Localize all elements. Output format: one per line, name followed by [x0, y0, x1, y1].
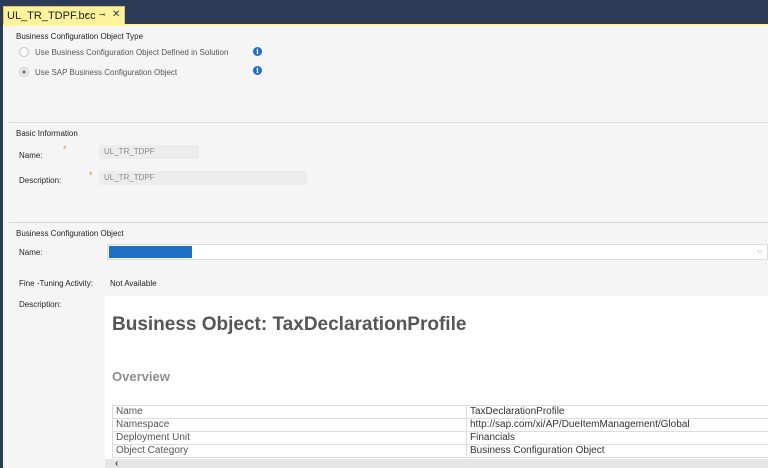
info-icon[interactable]: i [253, 47, 262, 56]
section-divider [9, 222, 768, 223]
radio-button[interactable] [19, 47, 29, 57]
table-value: TaxDeclarationProfile [466, 405, 768, 419]
horizontal-scrollbar[interactable]: ‹ [105, 458, 768, 468]
document-tab[interactable]: UL_TR_TDPF.bcc ▪ ⊸ ✕ [3, 6, 125, 24]
bco-type-title: Business Configuration Object Type [16, 32, 144, 41]
document-tab-strip: UL_TR_TDPF.bcc ▪ ⊸ ✕ [0, 0, 768, 24]
chevron-down-icon[interactable]: ⌵ [757, 246, 763, 256]
bco-title: Business Configuration Object [16, 229, 124, 238]
fine-tuning-value: Not Available [110, 279, 157, 288]
close-icon[interactable]: ✕ [112, 10, 120, 20]
description-label: Description: [19, 176, 62, 185]
page-icon: ▪ [85, 10, 88, 19]
name-label: Name: [19, 151, 43, 160]
required-marker: * [89, 170, 93, 180]
tab-title: UL_TR_TDPF.bcc [7, 9, 96, 22]
overview-table: Name TaxDeclarationProfile Namespace htt… [112, 405, 768, 458]
table-value: Financials [466, 431, 768, 445]
scroll-left-icon[interactable]: ‹ [115, 458, 118, 468]
table-row: Object Category Business Configuration O… [112, 444, 768, 458]
pin-icon[interactable]: ⊸ [99, 10, 106, 20]
radio-label: Use SAP Business Configuration Object [35, 67, 178, 77]
bco-name-selected-text [109, 246, 192, 258]
table-key: Object Category [112, 444, 467, 458]
bcc-editor: Business Configuration Object Type Use B… [3, 24, 768, 468]
table-value: Business Configuration Object [466, 444, 768, 458]
radio-button-selected[interactable] [19, 67, 29, 77]
fine-tuning-label: Fine -Tuning Activity: [19, 279, 93, 288]
bco-description-view: Business Object: TaxDeclarationProfile O… [105, 296, 768, 468]
table-row: Name TaxDeclarationProfile [112, 405, 768, 419]
table-row: Namespace http://sap.com/xi/AP/DueItemMa… [112, 418, 768, 432]
required-marker: * [63, 144, 67, 154]
table-value: http://sap.com/xi/AP/DueItemManagement/G… [466, 418, 768, 432]
description-field[interactable]: UL_TR_TDPF [99, 171, 307, 185]
section-divider [9, 122, 768, 123]
basic-info-title: Basic Information [16, 129, 78, 138]
table-key: Namespace [112, 418, 467, 432]
table-key: Name [112, 405, 467, 419]
table-key: Deployment Unit [112, 431, 467, 445]
bco-name-dropdown[interactable]: ⌵ [107, 244, 768, 260]
name-field[interactable]: UL_TR_TDPF [99, 145, 199, 159]
table-row: Deployment Unit Financials [112, 431, 768, 445]
radio-label: Use Business Configuration Object Define… [35, 47, 229, 57]
doc-overview-heading: Overview [112, 369, 170, 384]
bco-description-label: Description: [19, 300, 62, 309]
radio-option-solution[interactable]: Use Business Configuration Object Define… [19, 47, 228, 57]
doc-heading: Business Object: TaxDeclarationProfile [112, 314, 467, 335]
info-icon[interactable]: i [253, 66, 262, 75]
bco-name-label: Name: [19, 248, 43, 257]
radio-option-sap[interactable]: Use SAP Business Configuration Object [19, 67, 177, 77]
